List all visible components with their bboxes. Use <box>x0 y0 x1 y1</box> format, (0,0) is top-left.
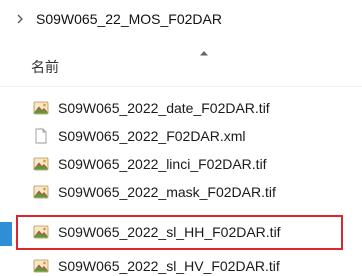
file-name: S09W065_2022_date_F02DAR.tif <box>58 100 270 116</box>
tif-image-icon <box>33 157 49 171</box>
breadcrumb-folder[interactable]: S09W065_22_MOS_F02DAR <box>36 11 222 27</box>
file-name: S09W065_2022_sl_HV_F02DAR.tif <box>58 258 280 274</box>
highlight-box <box>16 215 343 250</box>
tif-image-icon <box>33 185 49 199</box>
file-explorer: S09W065_22_MOS_F02DAR 名前 S09W065_2022_da… <box>0 0 362 276</box>
file-row[interactable]: S09W065_2022_F02DAR.xml <box>0 122 362 150</box>
column-header[interactable]: 名前 <box>0 44 362 84</box>
column-name-header[interactable]: 名前 <box>31 57 59 77</box>
file-row[interactable]: S09W065_2022_sl_HV_F02DAR.tif <box>0 252 362 276</box>
tif-image-icon <box>33 259 49 273</box>
header-divider <box>0 86 362 87</box>
breadcrumb: S09W065_22_MOS_F02DAR <box>0 0 362 38</box>
sort-ascending-icon <box>200 51 208 56</box>
file-row[interactable]: S09W065_2022_date_F02DAR.tif <box>0 94 362 122</box>
xml-file-icon <box>35 128 47 144</box>
file-name: S09W065_2022_mask_F02DAR.tif <box>58 184 276 200</box>
file-name: S09W065_2022_linci_F02DAR.tif <box>58 156 267 172</box>
file-name: S09W065_2022_F02DAR.xml <box>58 128 246 144</box>
tif-image-icon <box>33 101 49 115</box>
file-row[interactable]: S09W065_2022_linci_F02DAR.tif <box>0 150 362 178</box>
chevron-right-icon[interactable] <box>14 13 26 25</box>
file-row[interactable]: S09W065_2022_mask_F02DAR.tif <box>0 178 362 206</box>
